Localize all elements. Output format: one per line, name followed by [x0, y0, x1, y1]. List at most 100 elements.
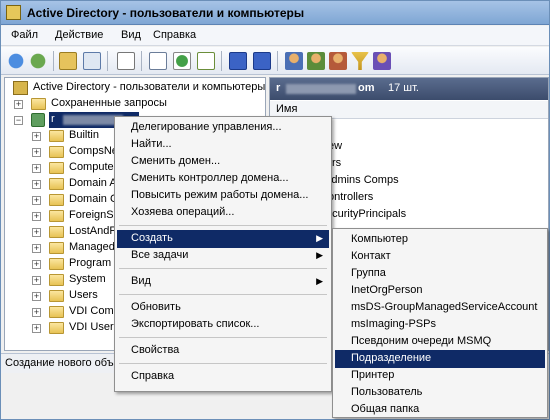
details-header: r om 17 шт. — [270, 78, 548, 100]
status-text: Создание нового объ — [5, 357, 114, 369]
menu-separator — [119, 363, 327, 364]
details-domain-tail: om — [358, 82, 375, 94]
window-title: Active Directory - пользователи и компью… — [27, 6, 305, 20]
ou-folder-icon — [49, 194, 64, 206]
folder-icon — [49, 274, 64, 286]
list-item[interactable]: Admins Comps — [324, 174, 399, 186]
collapse-icon[interactable]: − — [14, 116, 23, 125]
submenu-item-msmq-alias[interactable]: Псевдоним очереди MSMQ — [335, 333, 545, 351]
submenu-item-shared-folder[interactable]: Общая папка — [335, 401, 545, 419]
menu-item-new[interactable]: Создать ▶ — [117, 230, 329, 248]
menu-separator — [119, 268, 327, 269]
show-tree-icon[interactable] — [83, 52, 101, 70]
menu-file[interactable]: Файл — [11, 29, 38, 41]
menu-view[interactable]: Вид — [121, 29, 141, 41]
submenu-arrow-icon: ▶ — [316, 276, 323, 286]
ou-folder-icon — [49, 322, 64, 334]
new-group-icon[interactable] — [329, 52, 347, 70]
expand-icon[interactable]: + — [32, 164, 41, 173]
menu-item-refresh[interactable]: Обновить — [117, 299, 329, 317]
menu-item-export-list[interactable]: Экспортировать список... — [117, 316, 329, 334]
menu-item-operations-masters[interactable]: Хозяева операций... — [117, 204, 329, 222]
menu-item-change-dc[interactable]: Сменить контроллер домена... — [117, 170, 329, 188]
menu-item-raise-level[interactable]: Повысить режим работы домена... — [117, 187, 329, 205]
up-icon[interactable] — [59, 52, 77, 70]
help-icon[interactable] — [229, 52, 247, 70]
details-domain: r — [276, 82, 281, 94]
refresh-icon[interactable] — [173, 52, 191, 70]
folder-icon — [49, 162, 64, 174]
ad-app-icon — [6, 5, 21, 20]
submenu-item-user[interactable]: Пользователь — [335, 384, 545, 402]
toolbar — [1, 47, 549, 75]
submenu-item-computer[interactable]: Компьютер — [335, 231, 545, 249]
context-menu: Делегирование управления... Найти... Сме… — [114, 116, 332, 392]
folder-icon — [49, 226, 64, 238]
tree-item-saved-queries[interactable]: + Сохраненные запросы — [5, 96, 265, 112]
expand-icon[interactable]: + — [32, 212, 41, 221]
object-count: 17 шт. — [388, 82, 419, 94]
list-item[interactable]: ontrollers — [328, 191, 373, 203]
expand-icon[interactable]: + — [32, 196, 41, 205]
toolbar-separator — [277, 51, 278, 71]
expand-icon[interactable]: + — [32, 228, 41, 237]
new-submenu: Компьютер Контакт Группа InetOrgPerson m… — [332, 228, 548, 418]
submenu-item-inetorgperson[interactable]: InetOrgPerson — [335, 282, 545, 300]
filter-icon[interactable] — [351, 52, 369, 70]
folder-icon — [49, 258, 64, 270]
folder-icon — [49, 242, 64, 254]
menu-help[interactable]: Справка — [153, 29, 196, 41]
redacted-domain — [286, 84, 356, 94]
users-icon[interactable] — [285, 52, 303, 70]
menu-item-delegate[interactable]: Делегирование управления... — [117, 119, 329, 137]
expand-icon[interactable]: + — [32, 244, 41, 253]
new-user-icon[interactable] — [307, 52, 325, 70]
expand-icon[interactable]: + — [32, 292, 41, 301]
export-icon[interactable] — [197, 52, 215, 70]
folder-icon — [31, 98, 46, 110]
toolbar-separator — [141, 51, 142, 71]
expand-icon[interactable]: + — [32, 148, 41, 157]
submenu-item-printer[interactable]: Принтер — [335, 367, 545, 385]
tree-root[interactable]: Active Directory - пользователи и компью… — [5, 80, 265, 96]
menu-separator — [119, 225, 327, 226]
help-context-icon[interactable] — [253, 52, 271, 70]
menu-item-properties[interactable]: Свойства — [117, 342, 329, 360]
menu-item-all-tasks[interactable]: Все задачи ▶ — [117, 247, 329, 265]
toolbar-separator — [221, 51, 222, 71]
submenu-item-group[interactable]: Группа — [335, 265, 545, 283]
ou-folder-icon — [49, 178, 64, 190]
menu-item-change-domain[interactable]: Сменить домен... — [117, 153, 329, 171]
submenu-item-gmsa[interactable]: msDS-GroupManagedServiceAccount — [335, 299, 545, 317]
properties-icon[interactable] — [149, 52, 167, 70]
expand-icon[interactable]: + — [32, 276, 41, 285]
expand-icon[interactable]: + — [32, 324, 41, 333]
menu-item-view[interactable]: Вид ▶ — [117, 273, 329, 291]
submenu-item-msimaging-psps[interactable]: msImaging-PSPs — [335, 316, 545, 334]
expand-icon[interactable]: + — [32, 260, 41, 269]
submenu-arrow-icon: ▶ — [316, 233, 323, 243]
folder-icon — [49, 290, 64, 302]
expand-icon[interactable]: + — [32, 180, 41, 189]
submenu-item-ou[interactable]: Подразделение — [335, 350, 545, 368]
toolbar-separator — [107, 51, 108, 71]
toolbar-separator — [53, 51, 54, 71]
list-item[interactable]: rs — [332, 157, 341, 169]
menu-item-help[interactable]: Справка — [117, 368, 329, 386]
expand-icon[interactable]: + — [14, 100, 23, 109]
list-item[interactable]: ecurityPrincipals — [326, 208, 406, 220]
back-icon[interactable] — [7, 52, 25, 70]
expand-icon[interactable]: + — [32, 132, 41, 141]
expand-icon[interactable]: + — [32, 308, 41, 317]
add-to-group-icon[interactable] — [373, 52, 391, 70]
submenu-arrow-icon: ▶ — [316, 250, 323, 260]
menu-separator — [119, 337, 327, 338]
folder-icon — [49, 210, 64, 222]
menu-item-find[interactable]: Найти... — [117, 136, 329, 154]
copy-icon[interactable] — [117, 52, 135, 70]
title-bar: Active Directory - пользователи и компью… — [1, 1, 549, 25]
submenu-item-contact[interactable]: Контакт — [335, 248, 545, 266]
folder-icon — [49, 130, 64, 142]
menu-action[interactable]: Действие — [55, 29, 103, 41]
forward-icon[interactable] — [29, 52, 47, 70]
